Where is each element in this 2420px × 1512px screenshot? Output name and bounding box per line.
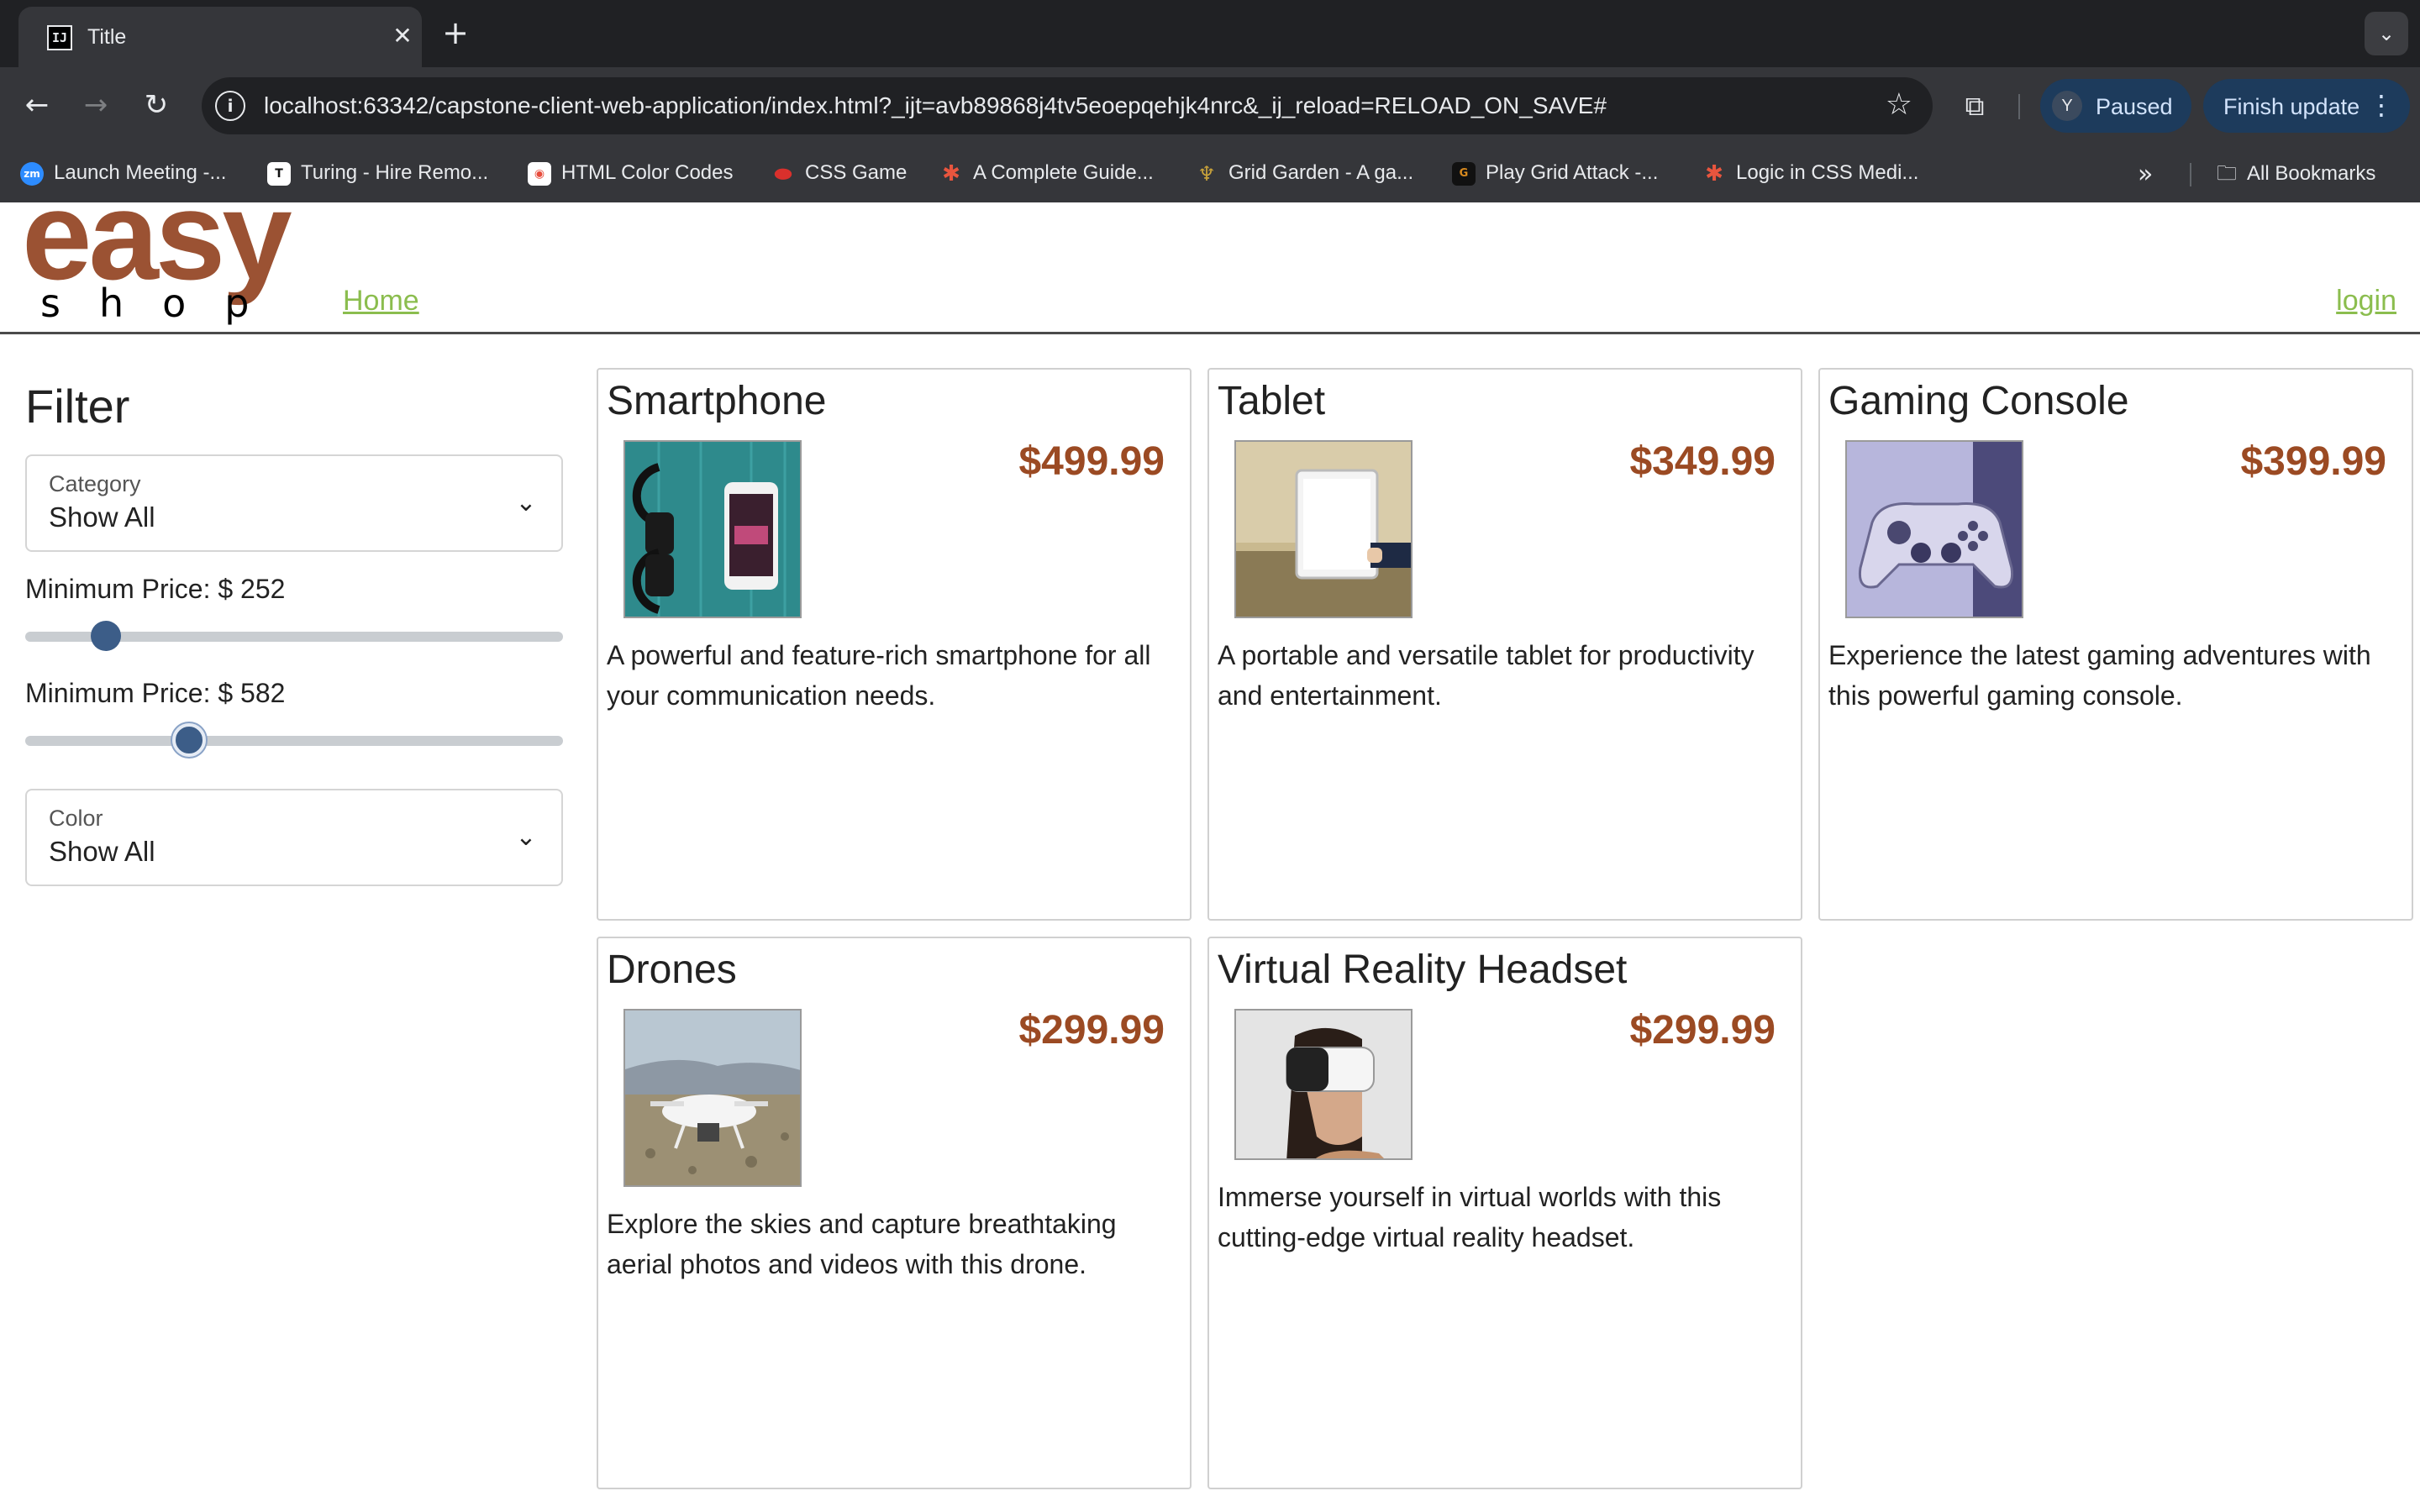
profile-button[interactable]: Y Paused (2040, 79, 2191, 133)
bookmark-star-icon[interactable]: ☆ (1886, 87, 1912, 122)
category-select-label: Category (49, 471, 141, 496)
tab-strip: IJ Title ✕ + ⌄ (0, 0, 2420, 67)
address-url[interactable]: localhost:63342/capstone-client-web-appl… (264, 92, 1607, 119)
slider-track (25, 736, 563, 746)
slider-thumb[interactable] (90, 621, 121, 651)
product-card[interactable]: Tablet $349.99 A portable and versatile … (1207, 368, 1802, 921)
min-price-slider[interactable] (25, 619, 563, 653)
gaming-controller-photo[interactable] (1845, 440, 2023, 618)
product-name: Drones (607, 948, 737, 992)
tab-title: Title (87, 25, 127, 49)
bookmark-label: HTML Color Codes (561, 161, 734, 184)
category-select[interactable]: Category Show All ⌄ (25, 454, 563, 552)
min-price-label: Minimum Price: $ 252 (25, 574, 286, 604)
vr-headset-photo[interactable] (1234, 1009, 1413, 1160)
bookmarks-bar: zm Launch Meeting -... T Turing - Hire Rem… (0, 144, 2420, 202)
all-bookmarks-label: All Bookmarks (2247, 162, 2376, 185)
product-card[interactable]: Drones $299.99 Explore the skies and cap… (597, 937, 1192, 1489)
profile-avatar: Y (2052, 91, 2082, 121)
asterisk-icon: ✱ (1705, 160, 1723, 186)
tablet-photo[interactable] (1234, 440, 1413, 618)
product-card[interactable]: Virtual Reality Headset $299.99 Immerse … (1207, 937, 1802, 1489)
bookmark-item[interactable]: ♆ Grid Garden - A ga... (1195, 158, 1413, 188)
asterisk-icon: ✱ (942, 160, 960, 186)
color-select-value: Show All (49, 836, 155, 867)
chevron-down-icon: ⌄ (515, 822, 537, 852)
reload-icon[interactable]: ↻ (136, 86, 176, 126)
bookmark-label: Turing - Hire Remo... (301, 161, 489, 184)
product-name: Smartphone (607, 379, 827, 423)
browser-chrome: IJ Title ✕ + ⌄ ← → ↻ i localhost:63342/c… (0, 0, 2420, 202)
product-card[interactable]: Gaming Console $399.99 Experience the la… (1818, 368, 2413, 921)
all-bookmarks-button[interactable]: 🗀 All Bookmarks (2217, 158, 2375, 189)
smartphone-photo[interactable] (623, 440, 802, 618)
bookmark-label: Grid Garden - A ga... (1228, 161, 1414, 184)
logo-text-shop: shop (40, 281, 288, 326)
kebab-menu-icon[interactable]: ⋮ (2368, 89, 2395, 121)
address-bar[interactable]: i localhost:63342/capstone-client-web-ap… (202, 77, 1933, 134)
product-description: A powerful and feature-rich smartphone f… (607, 640, 1151, 711)
intellij-favicon-icon: IJ (47, 25, 72, 50)
bookmark-item[interactable]: ◉ HTML Color Codes (528, 158, 734, 188)
max-price-label: Minimum Price: $ 582 (25, 678, 286, 708)
nav-login-link[interactable]: login (2336, 285, 2396, 318)
easy-shop-logo[interactable]: easy shop (22, 172, 316, 328)
product-card[interactable]: Smartphone $499.99 A powerful and featur… (597, 368, 1192, 921)
page-content: easy shop Home login Filter Category Sho… (0, 172, 2420, 1512)
bookmark-label: Logic in CSS Medi... (1736, 161, 1919, 184)
finish-update-label: Finish update (2223, 94, 2360, 119)
drone-photo[interactable] (623, 1009, 802, 1187)
slider-thumb[interactable] (171, 723, 206, 757)
bookmark-item[interactable]: ✱ Logic in CSS Medi... (1702, 158, 1918, 188)
site-info-icon[interactable]: i (215, 91, 245, 121)
tab-close-icon[interactable]: ✕ (388, 22, 417, 50)
carrot-icon: ♆ (1197, 161, 1216, 186)
bookmark-item[interactable]: ✱ A Complete Guide... (939, 158, 1154, 188)
nav-home-link[interactable]: Home (343, 285, 419, 318)
bookmark-item[interactable]: T Turing - Hire Remo... (267, 158, 488, 188)
product-name: Gaming Console (1828, 379, 2129, 423)
browser-toolbar: ← → ↻ i localhost:63342/capstone-client-… (0, 67, 2420, 144)
bookmark-label: A Complete Guide... (973, 161, 1154, 184)
filter-panel: Filter Category Show All ⌄ Minimum Price… (25, 379, 563, 886)
color-select[interactable]: Color Show All ⌄ (25, 789, 563, 886)
bookmark-item[interactable]: G Play Grid Attack -... (1452, 158, 1658, 188)
product-description: Immerse yourself in virtual worlds with … (1218, 1182, 1722, 1252)
product-price: $499.99 (1018, 439, 1165, 484)
max-price-slider[interactable] (25, 723, 563, 757)
product-description: Experience the latest gaming adventures … (1828, 640, 2371, 711)
more-bookmarks-chevron-icon[interactable]: » (2138, 160, 2153, 189)
back-arrow-icon[interactable]: ← (17, 86, 57, 126)
bookmark-label: Play Grid Attack -... (1486, 161, 1659, 184)
site-header: easy shop Home login (0, 172, 2420, 334)
filter-title: Filter (25, 380, 130, 433)
finish-update-button[interactable]: Finish update ⋮ (2203, 79, 2410, 133)
bookmark-label: CSS Game (805, 161, 908, 184)
chevron-down-icon: ⌄ (515, 488, 537, 517)
new-tab-icon[interactable]: + (437, 15, 474, 52)
product-price: $299.99 (1018, 1008, 1165, 1053)
toolbar-divider (2018, 94, 2020, 119)
category-select-value: Show All (49, 501, 155, 533)
html-color-codes-icon: ◉ (528, 161, 551, 186)
product-price: $299.99 (1629, 1008, 1776, 1053)
grid-attack-icon: G (1452, 161, 1476, 186)
product-description: A portable and versatile tablet for prod… (1218, 640, 1754, 711)
color-select-label: Color (49, 806, 103, 831)
product-description: Explore the skies and capture breathtaki… (607, 1209, 1117, 1279)
extensions-puzzle-icon[interactable]: ⧉ (1956, 87, 1993, 124)
product-name: Virtual Reality Headset (1218, 948, 1628, 992)
bookmark-item[interactable]: ⬬ CSS Game (771, 158, 908, 188)
product-price: $349.99 (1629, 439, 1776, 484)
tab-search-chevron-icon[interactable]: ⌄ (2365, 12, 2408, 55)
css-game-icon: ⬬ (774, 161, 792, 186)
forward-arrow-icon[interactable]: → (76, 86, 116, 126)
profile-status-label: Paused (2096, 94, 2173, 119)
product-price: $399.99 (2240, 439, 2386, 484)
product-name: Tablet (1218, 379, 1326, 423)
bookmarks-divider (2190, 163, 2191, 186)
folder-icon: 🗀 (2217, 161, 2237, 185)
browser-tab-active[interactable]: IJ Title ✕ (18, 7, 422, 67)
